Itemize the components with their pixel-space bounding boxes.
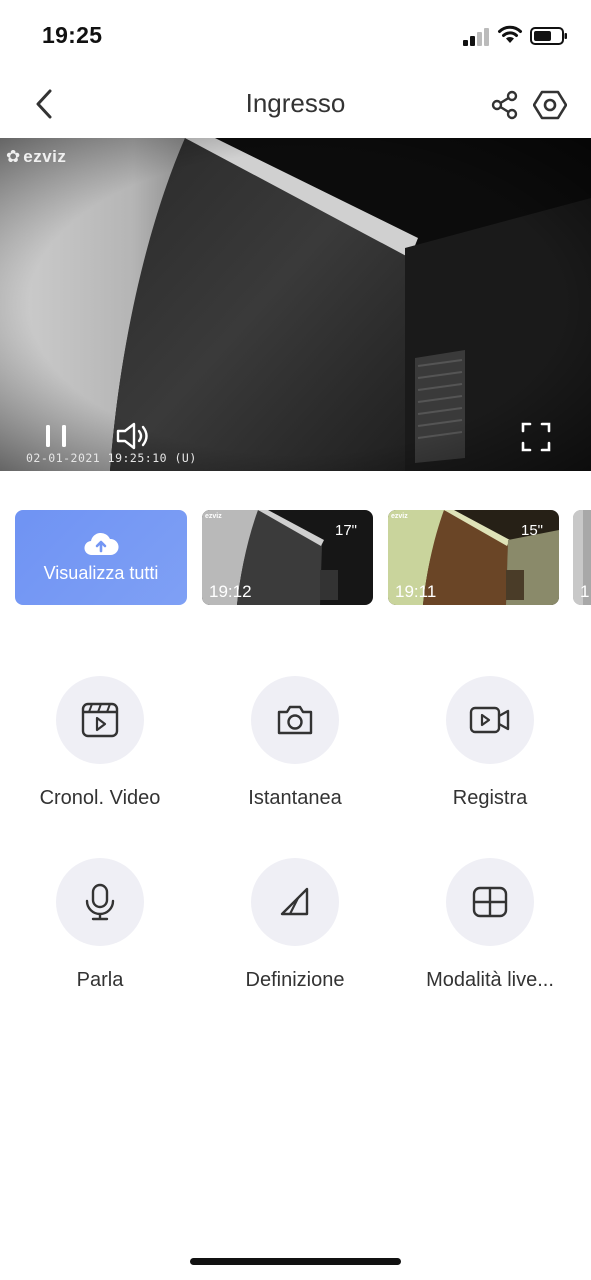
- camera-icon: [277, 705, 313, 735]
- status-time: 19:25: [42, 22, 103, 48]
- speaker-icon[interactable]: [114, 420, 154, 452]
- control-circle: [56, 676, 144, 764]
- clip-thumbnail[interactable]: ezviz 17" 19:12: [202, 510, 373, 605]
- hexagon-settings-icon: [533, 90, 567, 120]
- ezviz-logo: ✿ ezviz: [6, 146, 82, 168]
- clip-time: 19:12: [209, 582, 252, 601]
- clip-brand-logo: ezviz: [205, 513, 222, 520]
- share-icon: [491, 90, 518, 120]
- clip-brand-logo: ezviz: [391, 513, 408, 520]
- clip-thumbnail[interactable]: 1: [573, 510, 591, 605]
- control-circle: [446, 676, 534, 764]
- definition-button[interactable]: Definizione: [200, 858, 390, 1018]
- control-circle: [446, 858, 534, 946]
- flower-logo-icon: ✿: [6, 147, 21, 166]
- recent-clips-row: Visualizza tutti ezviz 17" 19:12 ezviz 1…: [0, 510, 591, 606]
- brand-name: ezviz: [23, 147, 67, 166]
- nav-bar: Ingresso: [0, 70, 591, 138]
- cloud-upload-icon: [84, 532, 119, 556]
- video-history-icon: [81, 702, 119, 738]
- view-all-button[interactable]: Visualizza tutti: [15, 510, 187, 605]
- fullscreen-icon[interactable]: [520, 421, 552, 453]
- snapshot-button[interactable]: Istantanea: [200, 676, 390, 836]
- video-history-button[interactable]: Cronol. Video: [5, 676, 195, 836]
- microphone-icon: [85, 883, 115, 921]
- record-label: Registra: [452, 787, 528, 809]
- live-mode-label: Modalità live...: [426, 969, 554, 991]
- snapshot-label: Istantanea: [248, 787, 342, 809]
- live-video-player[interactable]: ✿ ezviz 02-01-2021 19:25:10 (U): [0, 138, 591, 471]
- share-button[interactable]: [486, 86, 524, 124]
- cellular-signal-icon: [463, 28, 489, 46]
- clip-time: 19:11: [395, 582, 437, 601]
- video-record-icon: [469, 706, 510, 734]
- talk-button[interactable]: Parla: [5, 858, 195, 1018]
- battery-icon: [530, 27, 567, 45]
- settings-button[interactable]: [531, 86, 569, 124]
- clip-duration: 17": [334, 522, 357, 539]
- status-bar: 19:25: [0, 0, 591, 70]
- control-circle: [251, 676, 339, 764]
- pause-icon[interactable]: [42, 423, 72, 449]
- video-history-label: Cronol. Video: [39, 787, 161, 809]
- record-button[interactable]: Registra: [395, 676, 585, 836]
- clip-time: 1: [580, 582, 590, 601]
- clip-thumbnail[interactable]: ezviz 15" 19:11: [388, 510, 559, 605]
- definition-label: Definizione: [245, 969, 345, 991]
- live-mode-button[interactable]: Modalità live...: [395, 858, 585, 1018]
- control-circle: [251, 858, 339, 946]
- video-timestamp: 02-01-2021 19:25:10 (U): [26, 451, 197, 465]
- control-circle: [56, 858, 144, 946]
- wifi-icon: [498, 25, 522, 43]
- clip-duration: 15": [520, 522, 543, 539]
- camera-feed-image: [0, 138, 591, 471]
- definition-icon: [280, 887, 309, 916]
- talk-label: Parla: [76, 969, 124, 991]
- home-indicator[interactable]: [190, 1258, 401, 1265]
- grid-layout-icon: [472, 886, 508, 918]
- view-all-label: Visualizza tutti: [43, 563, 159, 583]
